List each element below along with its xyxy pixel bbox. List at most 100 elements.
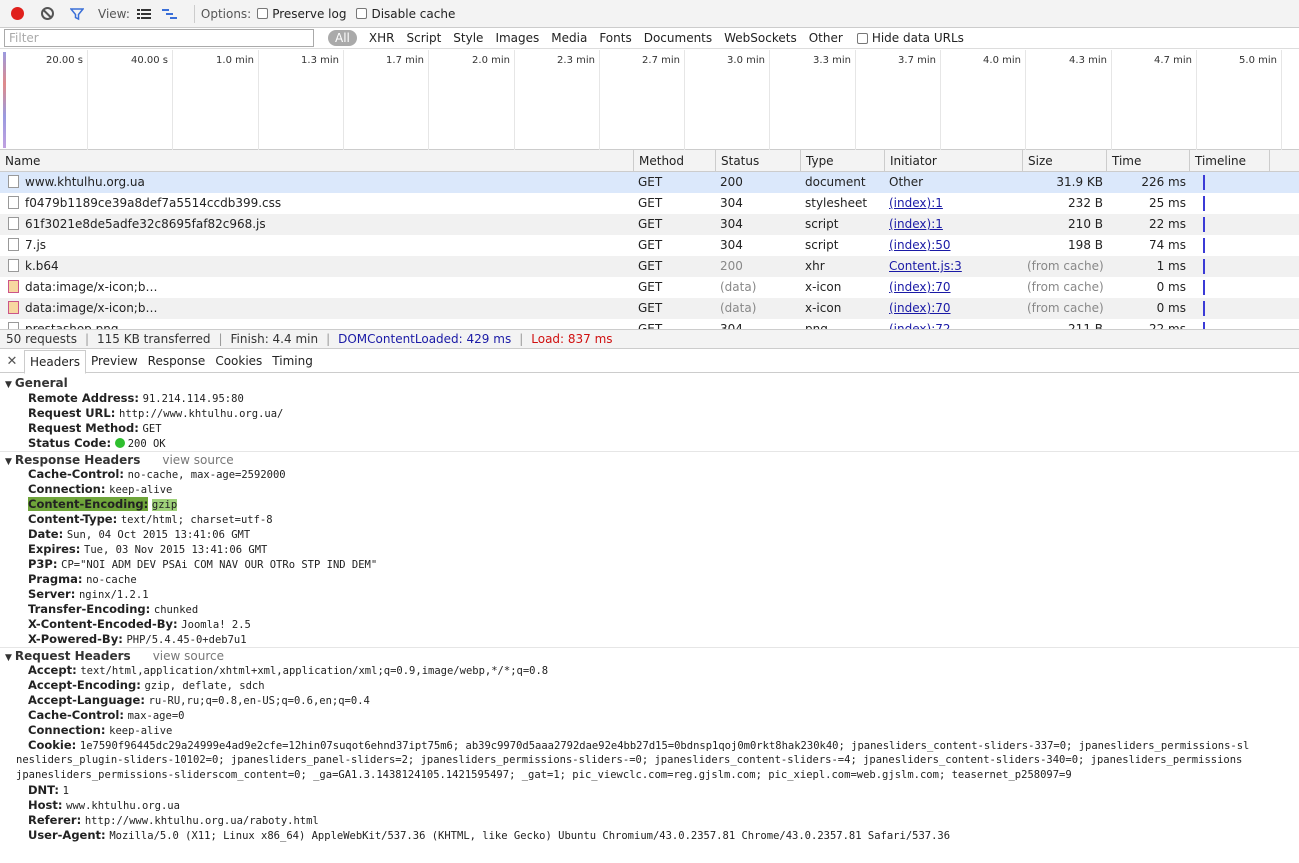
header-key: User-Agent: (28, 828, 106, 842)
record-button[interactable] (8, 5, 26, 23)
disable-cache-checkbox[interactable]: Disable cache (356, 7, 455, 21)
cell-status: (data) (716, 298, 801, 319)
table-row[interactable]: f0479b1189ce39a8def7a5514ccdb399.css GET 3… (0, 193, 1299, 214)
cell-text: png (805, 322, 828, 329)
table-row[interactable]: data:image/x-icon;b… GET (data) x-icon (inde… (0, 277, 1299, 298)
large-rows-toggle[interactable] (136, 7, 152, 21)
checkbox-box (257, 8, 269, 19)
cell-initiator: (index):70 (885, 298, 1023, 319)
overview-tick-label: 1.7 min (386, 55, 424, 66)
header-row: Cache-Control: max-age=0 (0, 708, 1299, 723)
general-section-toggle[interactable]: ▼ General (0, 375, 1299, 391)
network-toolbar: View: Options: Preserve log Disable cach… (0, 0, 1299, 28)
table-row[interactable]: 61f3021e8de5adfe32c8695faf82c968.js GET 30… (0, 214, 1299, 235)
filter-type-xhr[interactable]: XHR (369, 31, 395, 45)
filter-type-all[interactable]: All (328, 30, 357, 46)
filter-icon (70, 7, 84, 20)
close-icon[interactable]: ✕ (0, 354, 24, 369)
hide-data-urls-checkbox[interactable]: Hide data URLs (856, 31, 964, 45)
table-row[interactable]: data:image/x-icon;b… GET (data) x-icon (inde… (0, 298, 1299, 319)
request-headers-tail: DNT: 1 Host: www.khtulhu.org.ua Referer: h… (0, 783, 1299, 843)
cell-text: 200 (720, 175, 743, 189)
tab-cookies[interactable]: Cookies (210, 350, 267, 373)
cell-text: document (805, 175, 866, 189)
request-headers-section-toggle[interactable]: ▼ Request Headers view source (0, 647, 1299, 663)
general-section-title: General (14, 376, 68, 390)
table-row[interactable]: prestashop.png GET 304 png (index):72 211 B 22… (0, 319, 1299, 329)
timeline-bar (1203, 301, 1205, 316)
filter-type-websockets[interactable]: WebSockets (724, 31, 797, 45)
filter-type-other[interactable]: Other (809, 31, 843, 45)
table-row[interactable]: 7.js GET 304 script (index):50 198 B 74 ms (0, 235, 1299, 256)
cell-text[interactable]: (index):1 (889, 217, 943, 231)
cell-text: www.khtulhu.org.ua (25, 175, 145, 189)
column-header-name[interactable]: Name (0, 150, 634, 172)
overview-tick-label: 4.3 min (1069, 55, 1107, 66)
cell-method: GET (634, 319, 716, 329)
cell-text[interactable]: Content.js:3 (889, 259, 962, 273)
filter-toggle-button[interactable] (68, 5, 86, 23)
cell-text[interactable]: (index):70 (889, 280, 951, 294)
filter-input[interactable] (4, 29, 314, 47)
cell-initiator: (index):70 (885, 277, 1023, 298)
cell-text[interactable]: (index):1 (889, 196, 943, 210)
filter-type-images[interactable]: Images (495, 31, 539, 45)
requests-table-header: Name Method Status Type Initiator Size T… (0, 150, 1299, 172)
request-view-source-link[interactable]: view source (153, 649, 224, 663)
tab-timing[interactable]: Timing (267, 350, 318, 373)
timeline-overview[interactable]: 20.00 s 40.00 s 1.0 min 1.3 min 1.7 min 2.0 m… (0, 50, 1299, 150)
cell-initiator: (index):72 (885, 319, 1023, 329)
header-row: Content-Type: text/html; charset=utf-8 (0, 512, 1299, 527)
cell-size: 210 B (1023, 214, 1107, 235)
cell-text[interactable]: (index):70 (889, 301, 951, 315)
cell-text: GET (638, 280, 663, 294)
response-view-source-link[interactable]: view source (162, 453, 233, 467)
header-row: Pragma: no-cache (0, 572, 1299, 587)
cell-status: (data) (716, 277, 801, 298)
response-headers-section-toggle[interactable]: ▼ Response Headers view source (0, 451, 1299, 467)
options-label: Options: (200, 6, 252, 21)
header-value: ru-RU,ru;q=0.8,en-US;q=0.6,en;q=0.4 (148, 695, 370, 707)
overview-toggle[interactable] (161, 7, 178, 21)
column-header-timeline[interactable]: Timeline (1190, 150, 1270, 172)
cell-method: GET (634, 214, 716, 235)
column-header-method[interactable]: Method (634, 150, 716, 172)
cell-type: png (801, 319, 885, 329)
clear-button[interactable] (38, 5, 56, 23)
cell-text[interactable]: (index):50 (889, 238, 951, 252)
cell-text: 210 B (1068, 217, 1103, 231)
column-header-time[interactable]: Time (1107, 150, 1190, 172)
column-header-initiator[interactable]: Initiator (885, 150, 1023, 172)
cell-time: 226 ms (1107, 172, 1190, 193)
column-header-status[interactable]: Status (716, 150, 801, 172)
header-row: Request Method: GET (0, 421, 1299, 436)
filter-type-documents[interactable]: Documents (644, 31, 712, 45)
table-row[interactable]: www.khtulhu.org.ua GET 200 document Other 31.… (0, 172, 1299, 193)
overview-gridline (1196, 50, 1197, 150)
header-row: Host: www.khtulhu.org.ua (0, 798, 1299, 813)
filter-type-script[interactable]: Script (406, 31, 441, 45)
tab-response[interactable]: Response (143, 350, 211, 373)
header-row: Transfer-Encoding: chunked (0, 602, 1299, 617)
tab-headers[interactable]: Headers (24, 349, 86, 374)
overview-tick-label: 2.3 min (557, 55, 595, 66)
column-header-size[interactable]: Size (1023, 150, 1107, 172)
tab-preview[interactable]: Preview (86, 350, 143, 373)
header-row: Status Code: 200 OK (0, 436, 1299, 451)
table-row[interactable]: k.b64 GET 200 xhr Content.js:3 (from cache) 1 … (0, 256, 1299, 277)
overview-gridline (87, 50, 88, 150)
timeline-bar (1203, 196, 1205, 211)
cell-text[interactable]: (index):72 (889, 322, 951, 329)
preserve-log-label: Preserve log (272, 6, 347, 21)
filter-type-style[interactable]: Style (453, 31, 483, 45)
filter-type-fonts[interactable]: Fonts (599, 31, 631, 45)
cell-status: 304 (716, 214, 801, 235)
header-value: gzip (151, 499, 178, 511)
header-key: Cache-Control: (28, 467, 124, 481)
header-row: X-Powered-By: PHP/5.4.45-0+deb7u1 (0, 632, 1299, 647)
cell-text: (from cache) (1027, 280, 1104, 294)
header-value: keep-alive (109, 725, 173, 737)
filter-type-media[interactable]: Media (551, 31, 587, 45)
column-header-type[interactable]: Type (801, 150, 885, 172)
preserve-log-checkbox[interactable]: Preserve log (257, 7, 346, 21)
